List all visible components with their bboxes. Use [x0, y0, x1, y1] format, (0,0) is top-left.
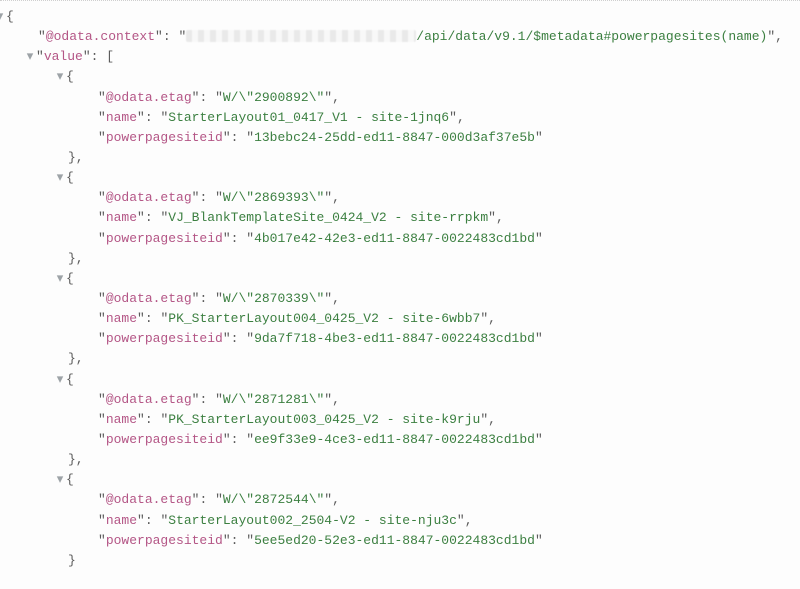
- property-key: powerpagesiteid: [106, 331, 223, 346]
- redacted-segment: [186, 30, 416, 42]
- property-key: @odata.etag: [106, 492, 192, 507]
- object-close: },: [8, 148, 792, 168]
- property-line: "@odata.etag": "W/\"2871281\"",: [8, 390, 792, 410]
- property-value: VJ_BlankTemplateSite_0424_V2 - site-rrpk…: [168, 210, 488, 225]
- property-key: powerpagesiteid: [106, 130, 223, 145]
- json-viewer: ▾{ "@odata.context": "/api/data/v9.1/$me…: [0, 0, 800, 589]
- property-key: name: [106, 513, 137, 528]
- property-key: powerpagesiteid: [106, 231, 223, 246]
- property-value: ee9f33e9-4ce3-ed11-8847-0022483cd1bd: [254, 432, 535, 447]
- property-value: W/\"2872544\": [223, 492, 324, 507]
- twisty-icon[interactable]: ▾: [54, 470, 66, 490]
- property-line: "powerpagesiteid": "9da7f718-4be3-ed11-8…: [8, 329, 792, 349]
- context-suffix: /api/data/v9.1/$metadata#powerpagesites(…: [416, 29, 767, 44]
- property-key: powerpagesiteid: [106, 432, 223, 447]
- property-line: "name": "StarterLayout002_2504-V2 - site…: [8, 511, 792, 531]
- property-line: "powerpagesiteid": "5ee5ed20-52e3-ed11-8…: [8, 531, 792, 551]
- property-key: @odata.etag: [106, 90, 192, 105]
- property-key: @odata.etag: [106, 392, 192, 407]
- property-value: W/\"2871281\": [223, 392, 324, 407]
- property-line: "powerpagesiteid": "4b017e42-42e3-ed11-8…: [8, 229, 792, 249]
- object-close: },: [8, 249, 792, 269]
- property-value: 4b017e42-42e3-ed11-8847-0022483cd1bd: [254, 231, 535, 246]
- property-key: name: [106, 210, 137, 225]
- property-value: W/\"2869393\": [223, 190, 324, 205]
- object-open: ▾{: [8, 168, 792, 188]
- object-close: },: [8, 349, 792, 369]
- object-open: ▾{: [8, 470, 792, 490]
- property-line: "name": "PK_StarterLayout004_0425_V2 - s…: [8, 309, 792, 329]
- property-value: PK_StarterLayout004_0425_V2 - site-6wbb7: [168, 311, 480, 326]
- object-open: ▾{: [8, 370, 792, 390]
- json-open-brace: ▾{: [8, 7, 792, 27]
- key-context: @odata.context: [46, 29, 155, 44]
- items-container: ▾{"@odata.etag": "W/\"2900892\"","name":…: [8, 67, 792, 571]
- key-value: value: [44, 49, 83, 64]
- context-line: "@odata.context": "/api/data/v9.1/$metad…: [8, 27, 792, 47]
- property-value: StarterLayout002_2504-V2 - site-nju3c: [168, 513, 457, 528]
- twisty-icon[interactable]: ▾: [24, 47, 36, 67]
- property-value: StarterLayout01_0417_V1 - site-1jnq6: [168, 110, 449, 125]
- value-line: ▾"value": [: [8, 47, 792, 67]
- property-line: "name": "StarterLayout01_0417_V1 - site-…: [8, 108, 792, 128]
- property-value: 5ee5ed20-52e3-ed11-8847-0022483cd1bd: [254, 533, 535, 548]
- property-key: @odata.etag: [106, 190, 192, 205]
- property-key: name: [106, 311, 137, 326]
- property-line: "powerpagesiteid": "13bebc24-25dd-ed11-8…: [8, 128, 792, 148]
- twisty-icon[interactable]: ▾: [54, 67, 66, 87]
- twisty-icon[interactable]: ▾: [54, 269, 66, 289]
- property-line: "@odata.etag": "W/\"2872544\"",: [8, 490, 792, 510]
- property-line: "name": "VJ_BlankTemplateSite_0424_V2 - …: [8, 208, 792, 228]
- property-key: powerpagesiteid: [106, 533, 223, 548]
- twisty-icon[interactable]: ▾: [54, 370, 66, 390]
- twisty-icon[interactable]: ▾: [54, 168, 66, 188]
- property-key: name: [106, 412, 137, 427]
- property-line: "@odata.etag": "W/\"2869393\"",: [8, 188, 792, 208]
- object-open: ▾{: [8, 67, 792, 87]
- property-line: "name": "PK_StarterLayout003_0425_V2 - s…: [8, 410, 792, 430]
- property-key: @odata.etag: [106, 291, 192, 306]
- property-line: "powerpagesiteid": "ee9f33e9-4ce3-ed11-8…: [8, 430, 792, 450]
- property-value: W/\"2900892\": [223, 90, 324, 105]
- property-line: "@odata.etag": "W/\"2870339\"",: [8, 289, 792, 309]
- property-line: "@odata.etag": "W/\"2900892\"",: [8, 88, 792, 108]
- property-value: PK_StarterLayout003_0425_V2 - site-k9rju: [168, 412, 480, 427]
- object-close: }: [8, 551, 792, 571]
- object-open: ▾{: [8, 269, 792, 289]
- property-key: name: [106, 110, 137, 125]
- property-value: 9da7f718-4be3-ed11-8847-0022483cd1bd: [254, 331, 535, 346]
- property-value: W/\"2870339\": [223, 291, 324, 306]
- object-close: },: [8, 450, 792, 470]
- property-value: 13bebc24-25dd-ed11-8847-000d3af37e5b: [254, 130, 535, 145]
